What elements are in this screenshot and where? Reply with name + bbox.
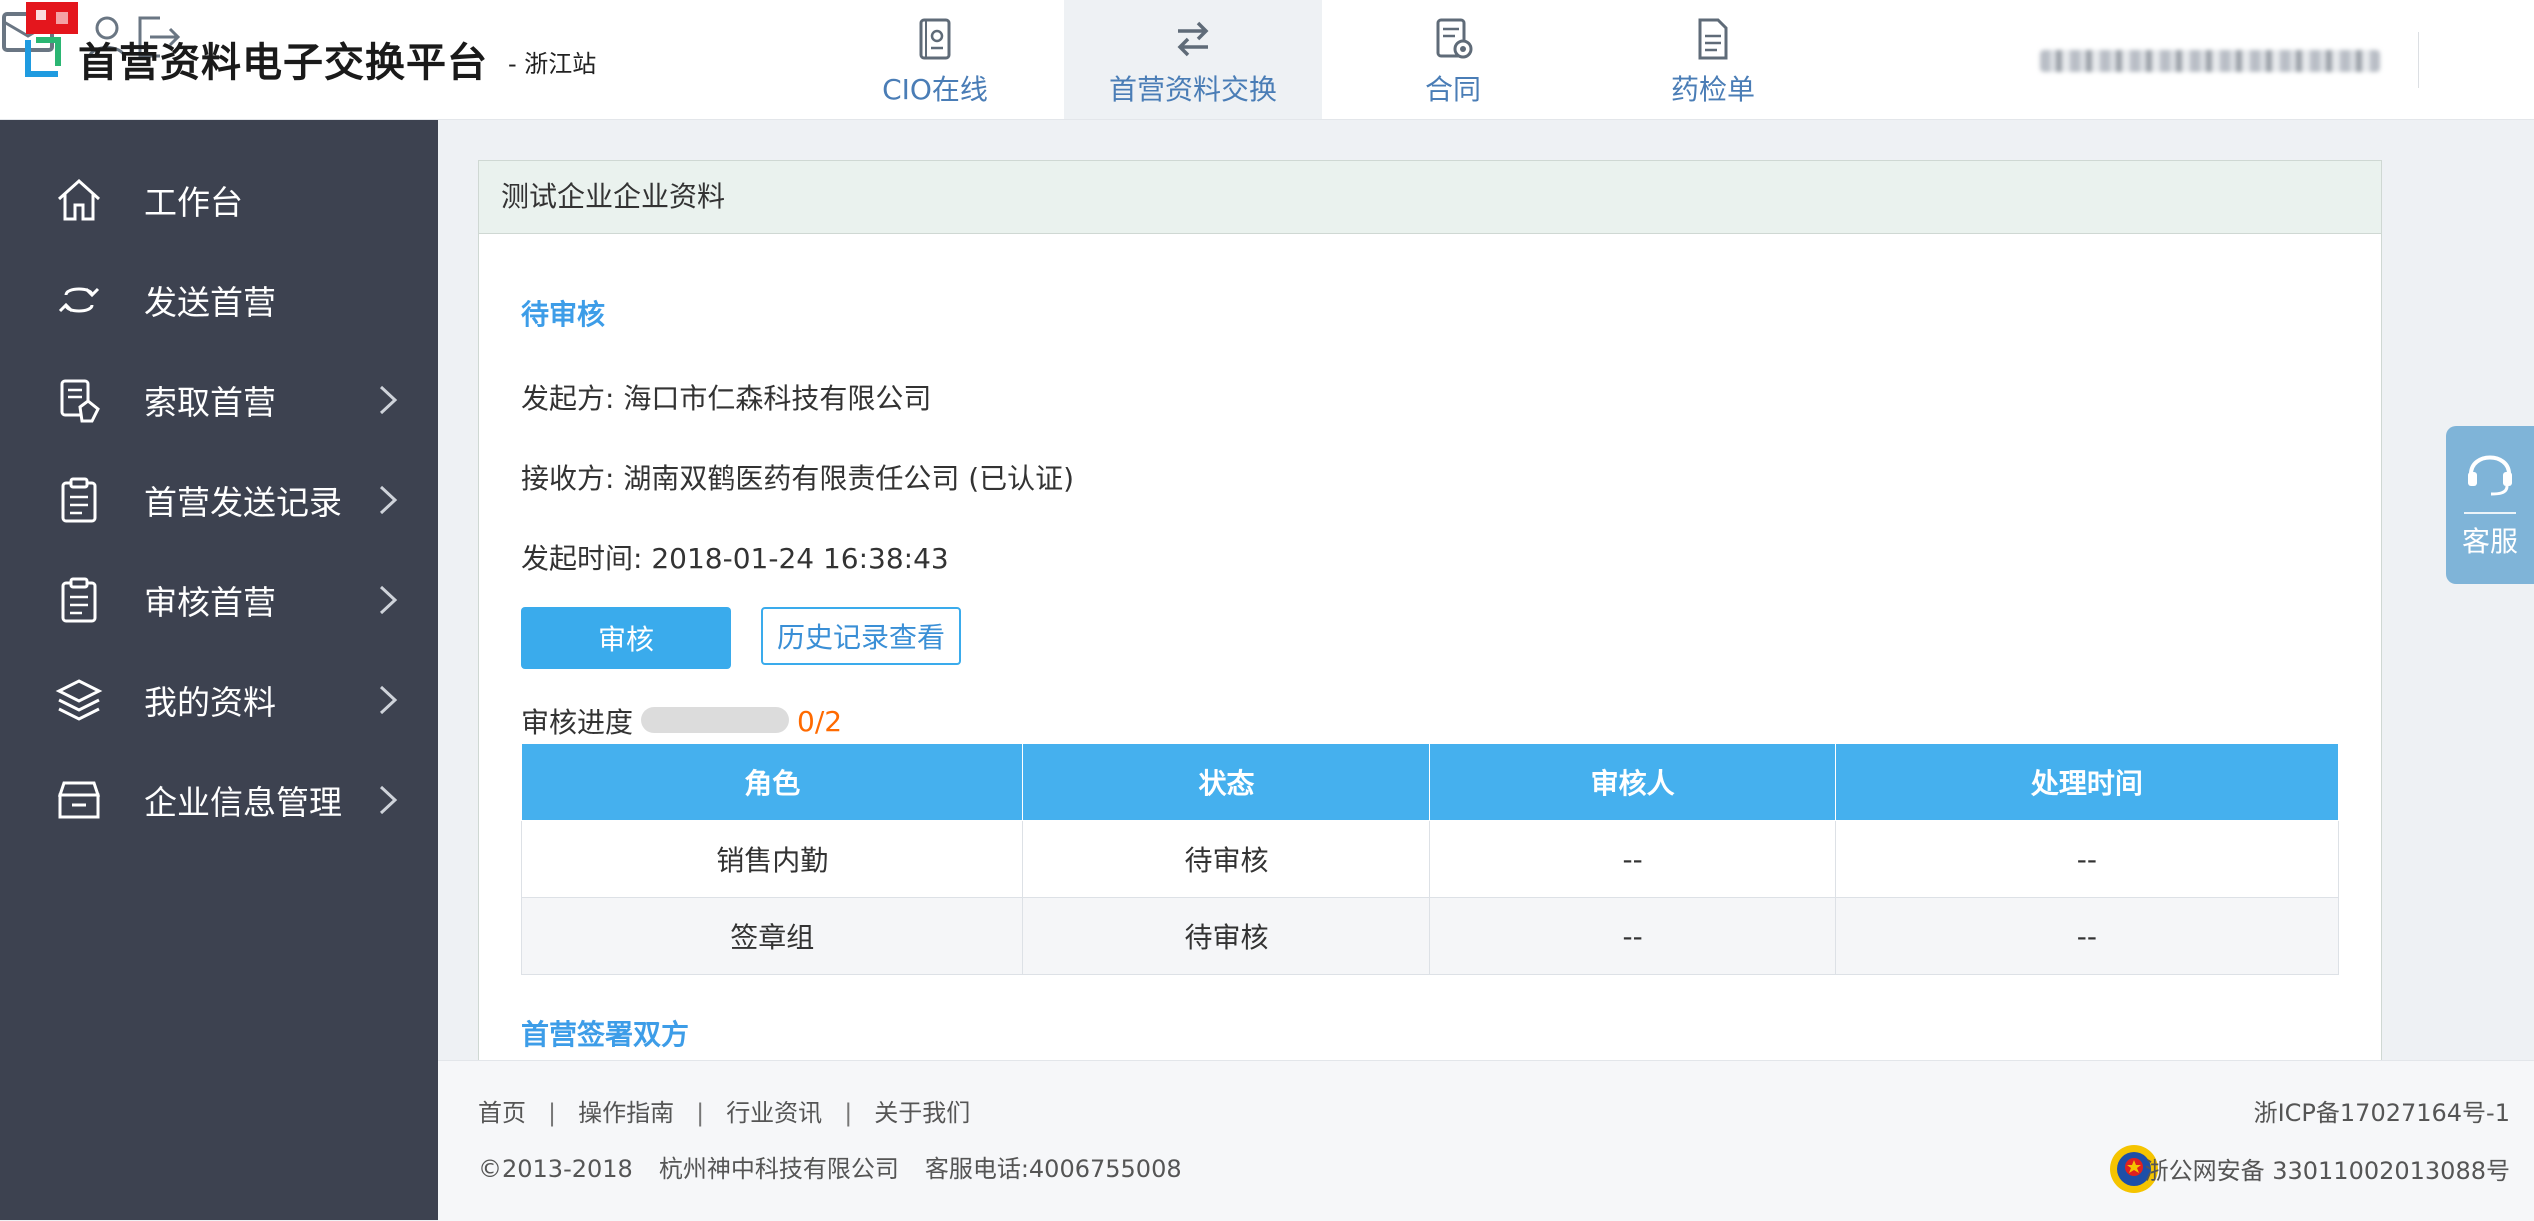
service-label: 客服 xyxy=(2461,525,2518,558)
footer-copyright: ©2013-2018 杭州神中科技有限公司 客服电话:4006755008 xyxy=(478,1149,1208,1184)
sidebar-item-label: 企业信息管理 xyxy=(144,783,342,822)
police-record[interactable]: 浙公网安备 33011002013088号 xyxy=(2145,1151,2510,1186)
footer-link-home[interactable]: 首页 xyxy=(478,1099,526,1127)
sidebar-item-send[interactable]: 发送首营 xyxy=(0,260,438,340)
sidebar-item-my-materials[interactable]: 我的资料 xyxy=(0,660,438,740)
time-label: 发起时间: xyxy=(521,542,643,575)
initiator-label: 发起方: xyxy=(521,382,615,415)
table-cell: 销售内勤 xyxy=(520,820,1024,898)
sidebar-item-label: 首营发送记录 xyxy=(144,483,342,522)
receiver-row: 接收方: 湖南双鹤医药有限责任公司 (已认证) xyxy=(521,457,1074,497)
sidebar-item-label: 索取首营 xyxy=(144,383,276,422)
chevron-right-icon xyxy=(379,785,398,815)
table-header-row: 角色 状态 审核人 处理时间 xyxy=(520,743,2340,821)
clipboard-check-icon xyxy=(61,577,97,623)
chevron-right-icon xyxy=(379,685,398,715)
station-label: - 浙江站 xyxy=(508,50,597,78)
document-icon xyxy=(1698,18,1728,60)
sidebar-item-label: 我的资料 xyxy=(144,683,276,722)
footer-separator: | xyxy=(548,1099,557,1127)
table-cell: 待审核 xyxy=(1022,820,1431,898)
receiver-label: 接收方: xyxy=(521,462,615,495)
logo-icon xyxy=(25,37,61,77)
copyright-years: ©2013-2018 xyxy=(478,1155,633,1183)
table-cell: 待审核 xyxy=(1022,897,1431,975)
receiver-value: 湖南双鹤医药有限责任公司 (已认证) xyxy=(623,462,1075,495)
sidebar-item-send-records[interactable]: 首营发送记录 xyxy=(0,460,438,540)
chevron-right-icon xyxy=(379,485,398,515)
table-cell: -- xyxy=(1429,820,1836,898)
footer-link-about[interactable]: 关于我们 xyxy=(874,1099,970,1127)
icp-record[interactable]: 浙ICP备17027164号-1 xyxy=(2254,1093,2510,1128)
footer: 首页 | 操作指南 | 行业资讯 | 关于我们 ©2013-2018 杭州神中科技有限公司 客服… xyxy=(438,1060,2534,1221)
service-divider xyxy=(2464,512,2516,514)
top-header: 首营资料电子交换平台 - 浙江站 CIO在线 首营资料交换 合同 药检单 xyxy=(0,0,2534,120)
nav-exchange[interactable]: 首营资料交换 xyxy=(1064,0,1322,119)
column-header-time: 处理时间 xyxy=(1834,743,2340,821)
card-title: 测试企业企业资料 xyxy=(479,161,2381,234)
footer-link-news[interactable]: 行业资讯 xyxy=(726,1099,822,1127)
footer-links: 首页 | 操作指南 | 行业资讯 | 关于我们 xyxy=(478,1093,970,1128)
chevron-right-icon xyxy=(379,585,398,615)
headset-icon xyxy=(2468,455,2512,496)
nav-label: 首营资料交换 xyxy=(1108,73,1277,106)
progress-label: 审核进度 xyxy=(521,706,634,739)
nav-contract[interactable]: 合同 xyxy=(1324,0,1582,119)
nav-label: 合同 xyxy=(1424,73,1481,106)
sidebar-item-review[interactable]: 审核首营 xyxy=(0,560,438,640)
time-value: 2018-01-24 16:38:43 xyxy=(651,542,949,575)
progress-text: 0/2 xyxy=(797,705,843,738)
sidebar: 工作台 发送首营 索取首营 首营发送记录 审核首营 我的资料 企业信息管理 xyxy=(0,120,438,1220)
sidebar-item-label: 工作台 xyxy=(144,183,243,222)
signing-parties-title: 首营签署双方 xyxy=(521,1018,690,1051)
sidebar-item-request[interactable]: 索取首营 xyxy=(0,360,438,440)
nav-label: 药检单 xyxy=(1670,73,1755,106)
send-loop-icon xyxy=(58,287,100,313)
clipboard-icon xyxy=(61,477,97,523)
progress-bar xyxy=(641,707,789,733)
copyright-company: 杭州神中科技有限公司 xyxy=(658,1155,899,1183)
table-row: 销售内勤 待审核 -- -- xyxy=(520,820,2340,898)
sidebar-item-label: 发送首营 xyxy=(144,283,276,322)
footer-separator: | xyxy=(696,1099,705,1127)
customer-service-button[interactable]: 客服 xyxy=(2446,426,2534,584)
column-header-reviewer: 审核人 xyxy=(1429,743,1836,821)
archive-icon xyxy=(57,781,101,819)
request-hand-icon xyxy=(60,379,100,423)
initiator-row: 发起方: 海口市仁森科技有限公司 xyxy=(521,377,931,417)
book-icon xyxy=(919,18,951,60)
time-row: 发起时间: 2018-01-24 16:38:43 xyxy=(521,537,949,577)
history-button[interactable]: 历史记录查看 xyxy=(761,607,961,665)
table-cell: -- xyxy=(1429,897,1836,975)
brand-title: 首营资料电子交换平台 xyxy=(78,40,488,86)
chevron-right-icon xyxy=(379,385,398,415)
table-cell: -- xyxy=(1834,820,2340,898)
initiator-value: 海口市仁森科技有限公司 xyxy=(623,382,932,415)
table-cell: -- xyxy=(1834,897,2340,975)
header-divider xyxy=(2418,32,2419,88)
sidebar-item-workbench[interactable]: 工作台 xyxy=(0,160,438,240)
column-header-status: 状态 xyxy=(1022,743,1431,821)
sidebar-item-label: 审核首营 xyxy=(144,583,276,622)
home-icon xyxy=(57,178,101,221)
material-card: 测试企业企业资料 待审核 发起方: 海口市仁森科技有限公司 接收方: 湖南双鹤医… xyxy=(478,160,2382,1062)
nav-cio-online[interactable]: CIO在线 xyxy=(806,0,1064,119)
nav-label: CIO在线 xyxy=(882,73,988,106)
review-table: 角色 状态 审核人 处理时间 销售内勤 待审核 -- -- 签章组 待审核 --… xyxy=(520,743,2340,975)
contract-icon xyxy=(1436,18,1473,59)
footer-link-guide[interactable]: 操作指南 xyxy=(578,1099,674,1127)
username-redacted xyxy=(2040,50,2380,72)
service-phone: 客服电话:4006755008 xyxy=(924,1155,1182,1183)
footer-separator: | xyxy=(844,1099,853,1127)
table-cell: 签章组 xyxy=(520,897,1024,975)
status-title: 待审核 xyxy=(521,298,606,331)
nav-inspection-report[interactable]: 药检单 xyxy=(1584,0,1842,119)
layers-icon xyxy=(55,679,103,721)
table-row: 签章组 待审核 -- -- xyxy=(520,897,2340,975)
review-button[interactable]: 审核 xyxy=(521,607,731,669)
sidebar-item-company-info[interactable]: 企业信息管理 xyxy=(0,760,438,840)
exchange-arrows-icon xyxy=(1177,21,1209,57)
column-header-role: 角色 xyxy=(520,743,1024,821)
